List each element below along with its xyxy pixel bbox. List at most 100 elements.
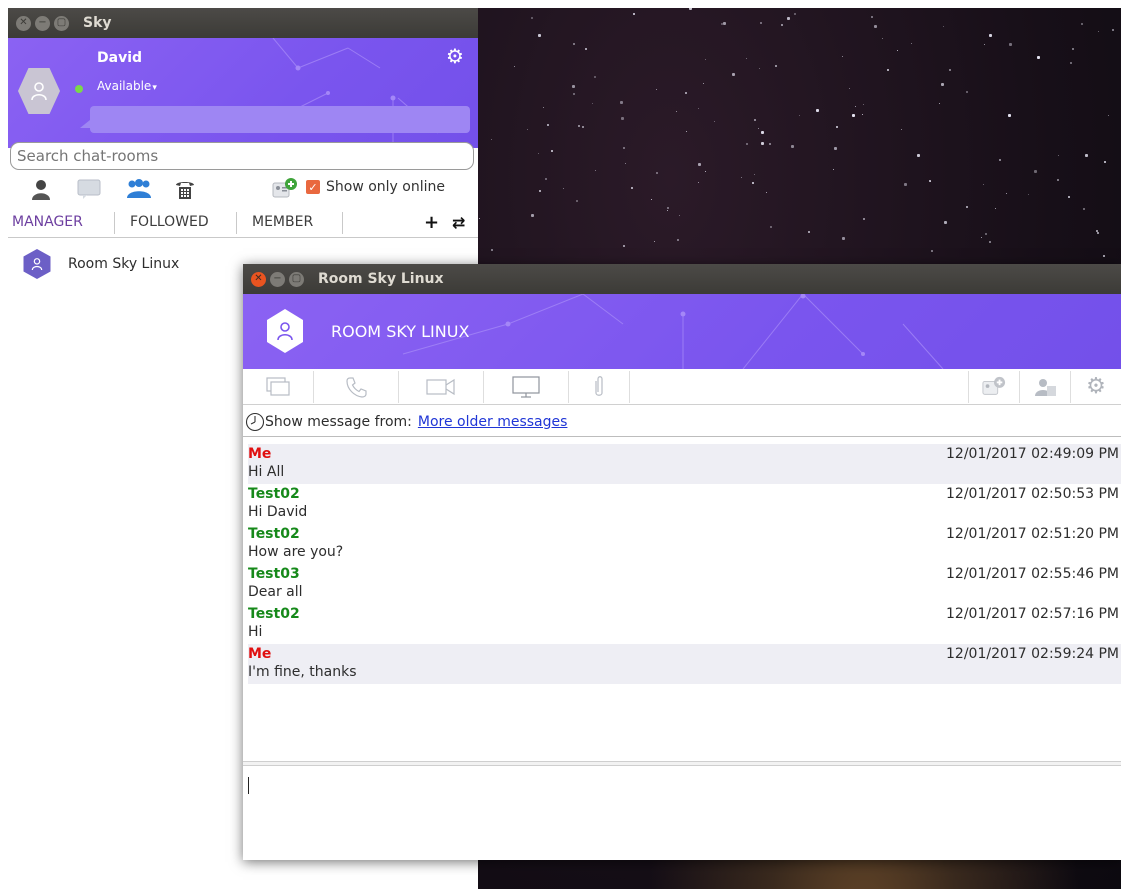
star (679, 215, 680, 216)
star (631, 187, 633, 189)
star (732, 73, 735, 76)
star (855, 106, 856, 107)
add-member-button[interactable] (969, 369, 1019, 404)
tab-divider (342, 212, 343, 234)
room-title: ROOM SKY LINUX (331, 322, 470, 341)
history-bar: Show message from: More older messages (243, 407, 1121, 437)
star (714, 121, 715, 122)
refresh-button[interactable]: ⇄ (452, 208, 465, 236)
star (897, 50, 898, 51)
close-icon: ✕ (254, 273, 263, 284)
chat-titlebar: ✕ − ▢ Room Sky Linux (243, 264, 1121, 294)
star (746, 58, 747, 59)
maximize-icon: ▢ (291, 273, 302, 284)
star (721, 23, 723, 25)
star (931, 250, 933, 252)
star (1028, 194, 1029, 195)
contact-filter-button[interactable] (28, 176, 54, 202)
star (863, 218, 865, 220)
message-text: How are you? (248, 544, 344, 560)
group-filter-button[interactable] (126, 176, 152, 202)
user-icon (31, 82, 47, 101)
tab-member[interactable]: MEMBER (252, 208, 313, 236)
tab-divider (236, 212, 237, 234)
minimize-button[interactable]: − (270, 271, 285, 287)
phone-filter-button[interactable] (172, 176, 198, 202)
gear-icon: ⚙ (1086, 374, 1106, 399)
more-older-messages-link[interactable]: More older messages (418, 414, 568, 430)
attach-file-button[interactable] (569, 369, 629, 404)
members-button[interactable] (1020, 369, 1070, 404)
star (1081, 23, 1083, 25)
message-compose-input[interactable] (243, 767, 1121, 860)
star (787, 17, 790, 20)
status-dropdown[interactable]: Available▾ (97, 79, 157, 93)
star (572, 85, 575, 88)
message-list: Me 12/01/2017 02:49:09 PM Hi All Test02 … (248, 444, 1121, 688)
phone-icon (176, 182, 194, 199)
star (799, 115, 800, 116)
settings-gear-icon[interactable]: ⚙ (446, 46, 464, 66)
star (995, 208, 996, 209)
room-avatar (23, 249, 51, 279)
show-only-online-toggle[interactable]: ✓ Show only online (306, 179, 445, 195)
star (623, 147, 625, 149)
maximize-button[interactable]: ▢ (54, 15, 69, 31)
star (573, 43, 575, 45)
star (547, 124, 549, 126)
star (620, 101, 623, 104)
star (538, 153, 539, 154)
message-row: Test02 12/01/2017 02:51:20 PM How are yo… (248, 524, 1121, 564)
star (943, 26, 944, 27)
call-button[interactable] (314, 369, 398, 404)
star (479, 218, 480, 219)
star (667, 207, 669, 209)
tab-manager[interactable]: MANAGER (12, 208, 83, 236)
star (595, 170, 596, 171)
minimize-button[interactable]: − (35, 15, 50, 31)
message-sender: Me (248, 646, 272, 662)
room-settings-button[interactable]: ⚙ (1071, 369, 1121, 404)
add-room-button[interactable]: + (424, 208, 439, 236)
star (551, 150, 553, 152)
star (539, 190, 541, 192)
star (842, 56, 843, 57)
maximize-icon: ▢ (56, 17, 67, 28)
video-call-button[interactable] (399, 369, 483, 404)
star (939, 103, 940, 104)
mood-message-input[interactable] (90, 106, 470, 133)
pane-splitter[interactable] (243, 761, 1121, 766)
tab-followed[interactable]: FOLLOWED (130, 208, 209, 236)
star (623, 245, 625, 247)
search-input[interactable] (10, 142, 474, 170)
star (887, 69, 889, 71)
star (538, 34, 541, 37)
chat-button[interactable] (245, 369, 313, 404)
star (576, 200, 578, 202)
star (871, 16, 873, 18)
message-timestamp: 12/01/2017 02:55:46 PM (946, 566, 1119, 582)
add-contact-icon (982, 376, 1006, 395)
close-button[interactable]: ✕ (251, 271, 266, 287)
chat-filter-button[interactable] (76, 176, 102, 202)
star (685, 92, 687, 94)
star (1057, 179, 1059, 181)
star (808, 231, 810, 233)
checkbox-checked-icon[interactable]: ✓ (306, 180, 320, 194)
screen-share-button[interactable] (484, 369, 568, 404)
star (592, 103, 593, 104)
chevron-down-icon: ▾ (152, 83, 157, 93)
star (656, 172, 658, 174)
message-timestamp: 12/01/2017 02:57:16 PM (946, 606, 1119, 622)
attachment-icon (595, 375, 603, 396)
message-text: Hi David (248, 504, 308, 520)
star (698, 182, 699, 183)
star (1097, 232, 1099, 234)
add-contact-button[interactable] (272, 176, 298, 202)
message-sender: Test03 (248, 566, 300, 582)
maximize-button[interactable]: ▢ (289, 271, 304, 287)
star (842, 237, 845, 240)
message-text: Hi All (248, 464, 285, 480)
star (1072, 48, 1074, 50)
close-button[interactable]: ✕ (16, 15, 31, 31)
